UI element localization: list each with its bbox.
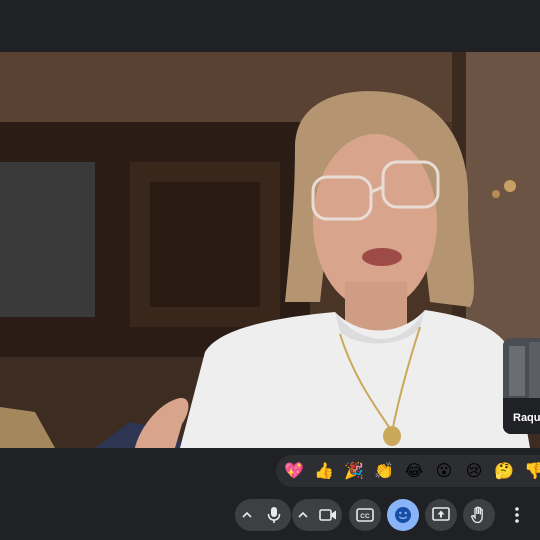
video-camera-icon <box>319 509 337 521</box>
participant-video-frame <box>0 52 540 448</box>
present-button[interactable] <box>425 499 457 531</box>
sparkling-heart-icon: 💖 <box>284 461 304 480</box>
sad-icon: 😢 <box>465 461 483 480</box>
reaction-thinking-button[interactable]: 🤔 <box>492 459 516 483</box>
reactions-button[interactable] <box>387 499 419 531</box>
reactions-bar: 💖 👍 🎉 👏 😂 😮 😢 🤔 👎 <box>276 455 540 487</box>
thumbs-up-icon: 👍 <box>314 461 334 480</box>
surprised-icon: 😮 <box>435 461 453 480</box>
reaction-party-popper-button[interactable]: 🎉 <box>342 459 366 483</box>
reaction-clapping-hands-button[interactable]: 👏 <box>372 459 396 483</box>
chevron-up-icon <box>242 511 252 518</box>
more-vert-icon <box>515 507 519 523</box>
reaction-surprised-button[interactable]: 😮 <box>432 459 456 483</box>
thinking-icon: 🤔 <box>494 461 514 480</box>
svg-text:CC: CC <box>360 513 370 520</box>
meeting-window: Raque 💖 👍 🎉 👏 😂 😮 😢 🤔 👎 <box>0 0 540 540</box>
emoji-icon <box>395 507 411 523</box>
camera-button[interactable] <box>314 499 342 531</box>
mic-control-group <box>235 499 291 531</box>
microphone-icon <box>267 507 281 523</box>
self-view-name: Raque <box>513 412 540 424</box>
chevron-up-icon <box>298 511 308 518</box>
tears-of-joy-icon: 😂 <box>404 461 424 480</box>
reaction-tears-of-joy-button[interactable]: 😂 <box>402 459 426 483</box>
closed-captions-icon: CC <box>356 508 374 522</box>
mic-options-button[interactable] <box>235 499 259 531</box>
raise-hand-button[interactable] <box>463 499 495 531</box>
hand-icon <box>471 506 483 524</box>
call-controls-bar: CC <box>0 495 540 540</box>
main-video-tile[interactable] <box>0 52 540 448</box>
clapping-hands-icon: 👏 <box>374 461 394 480</box>
present-screen-icon <box>432 507 450 521</box>
reaction-sad-button[interactable]: 😢 <box>462 459 486 483</box>
reaction-thumbs-down-button[interactable]: 👎 <box>522 459 540 483</box>
more-options-button[interactable] <box>505 499 529 531</box>
camera-options-button[interactable] <box>292 499 314 531</box>
reaction-sparkling-heart-button[interactable]: 💖 <box>282 459 306 483</box>
captions-button[interactable]: CC <box>349 499 381 531</box>
microphone-button[interactable] <box>259 499 289 531</box>
reaction-thumbs-up-button[interactable]: 👍 <box>312 459 336 483</box>
party-popper-icon: 🎉 <box>344 461 364 480</box>
self-view-tile[interactable]: Raque <box>503 338 540 434</box>
thumbs-down-icon: 👎 <box>524 461 540 480</box>
camera-control-group <box>292 499 342 531</box>
